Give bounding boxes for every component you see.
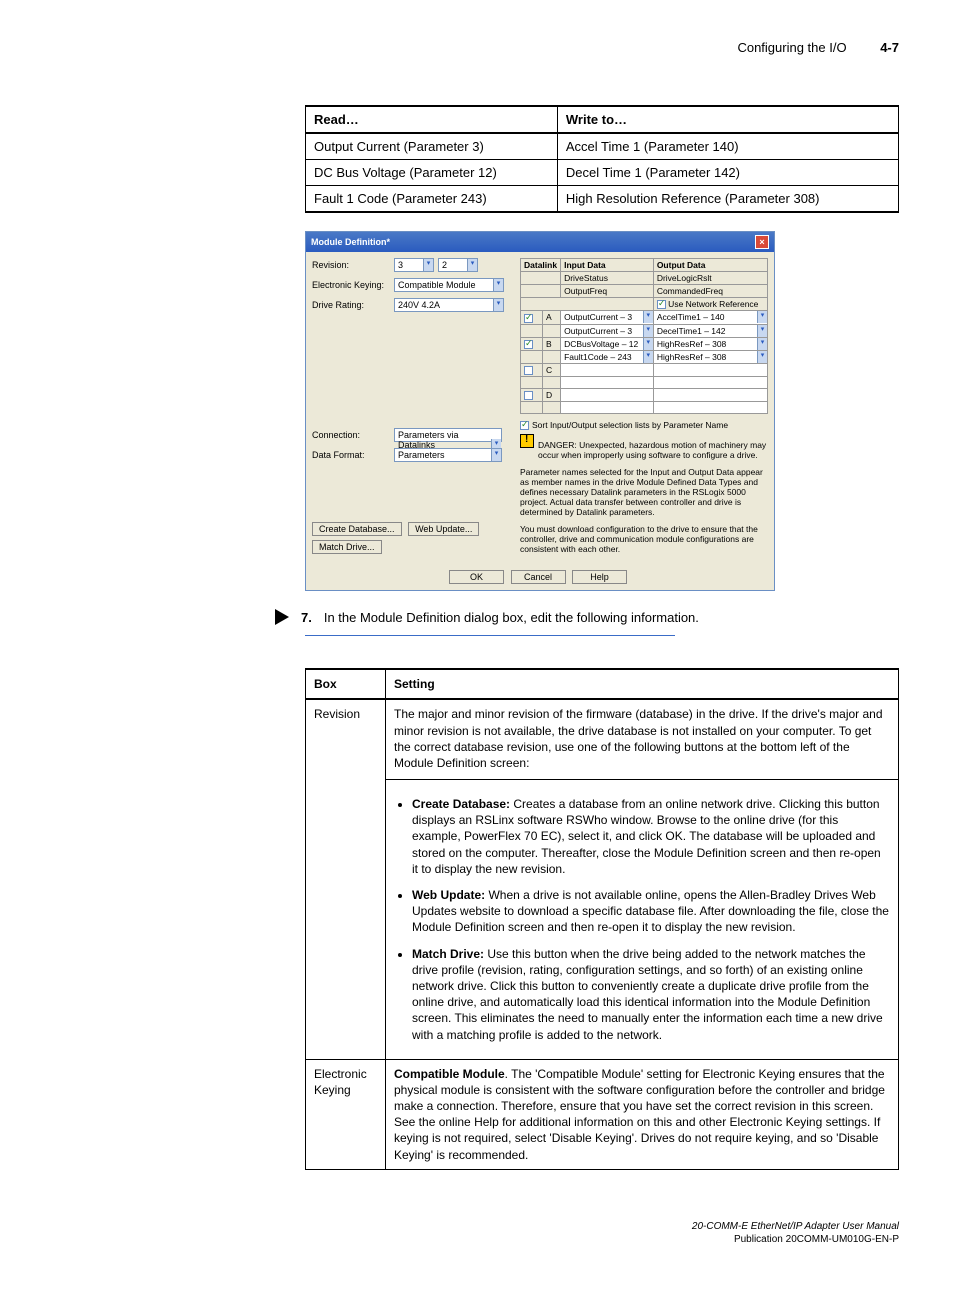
checkbox-icon[interactable] [524,340,533,349]
step-text: In the Module Definition dialog box, edi… [324,610,699,625]
sort-label: Sort Input/Output selection lists by Par… [532,420,728,430]
datalink-table: Datalink Input Data Output Data DriveSta… [520,258,768,414]
settings-table: Box Setting RevisionThe major and minor … [305,668,899,1170]
setting-box: Electronic Keying [306,1059,386,1169]
col-read: Read… [306,106,558,133]
col-input: Input Data [561,259,654,272]
checkbox-icon[interactable] [524,391,533,400]
header-title: Configuring the I/O [737,40,846,55]
col-write: Write to… [557,106,898,133]
module-definition-dialog: Module Definition* × Revision: 3▾ 2▾ Ele… [305,231,775,591]
web-update-button[interactable]: Web Update... [408,522,479,536]
step-number: 7. [301,610,312,625]
read-write-table: Read… Write to… Output Current (Paramete… [305,105,899,213]
col-setting: Setting [386,669,899,699]
note-1: Parameter names selected for the Input a… [520,467,768,518]
triangle-bullet-icon [275,609,289,625]
page-footer: 20-COMM-E EtherNet/IP Adapter User Manua… [55,1220,899,1246]
col-datalink: Datalink [521,259,561,272]
setting-desc: The major and minor revision of the firm… [386,699,899,1059]
revision-minor-select[interactable]: 2▾ [438,258,478,272]
footer-manual-title: 20-COMM-E EtherNet/IP Adapter User Manua… [55,1220,899,1233]
step-7: 7. In the Module Definition dialog box, … [305,609,899,625]
table-cell: DC Bus Voltage (Parameter 12) [306,160,558,186]
table-cell: Decel Time 1 (Parameter 142) [557,160,898,186]
col-output: Output Data [653,259,767,272]
checkbox-icon[interactable] [520,421,529,430]
checkbox-icon[interactable] [657,300,666,309]
table-cell: Accel Time 1 (Parameter 140) [557,133,898,160]
danger-text: DANGER: Unexpected, hazardous motion of … [538,440,768,460]
match-drive-button[interactable]: Match Drive... [312,540,382,554]
underline [305,635,675,636]
setting-box: Revision [306,699,386,1059]
ok-button[interactable]: OK [449,570,504,584]
col-box: Box [306,669,386,699]
label-connection: Connection: [312,430,390,440]
note-2: You must download configuration to the d… [520,524,768,555]
sort-checkbox-row[interactable]: Sort Input/Output selection lists by Par… [520,420,768,430]
label-revision: Revision: [312,260,390,270]
keying-select[interactable]: Compatible Module▾ [394,278,504,292]
connection-select[interactable]: Parameters via Datalinks▾ [394,428,502,442]
format-select[interactable]: Parameters▾ [394,448,502,462]
table-cell: High Resolution Reference (Parameter 308… [557,186,898,213]
checkbox-icon[interactable] [524,366,533,375]
cancel-button[interactable]: Cancel [511,570,566,584]
help-button[interactable]: Help [572,570,627,584]
label-format: Data Format: [312,450,390,460]
create-database-button[interactable]: Create Database... [312,522,402,536]
close-icon[interactable]: × [755,235,769,249]
revision-major-select[interactable]: 3▾ [394,258,434,272]
checkbox-icon[interactable] [524,314,533,323]
setting-desc: Compatible Module. The 'Compatible Modul… [386,1059,899,1169]
page-header: Configuring the I/O 4-7 [55,40,899,55]
header-chapter: 4-7 [880,40,899,55]
dialog-title: Module Definition* [311,237,390,247]
table-cell: Fault 1 Code (Parameter 243) [306,186,558,213]
rating-select[interactable]: 240V 4.2A▾ [394,298,504,312]
label-keying: Electronic Keying: [312,280,390,290]
table-cell: Output Current (Parameter 3) [306,133,558,160]
label-rating: Drive Rating: [312,300,390,310]
warning-icon [520,434,534,448]
